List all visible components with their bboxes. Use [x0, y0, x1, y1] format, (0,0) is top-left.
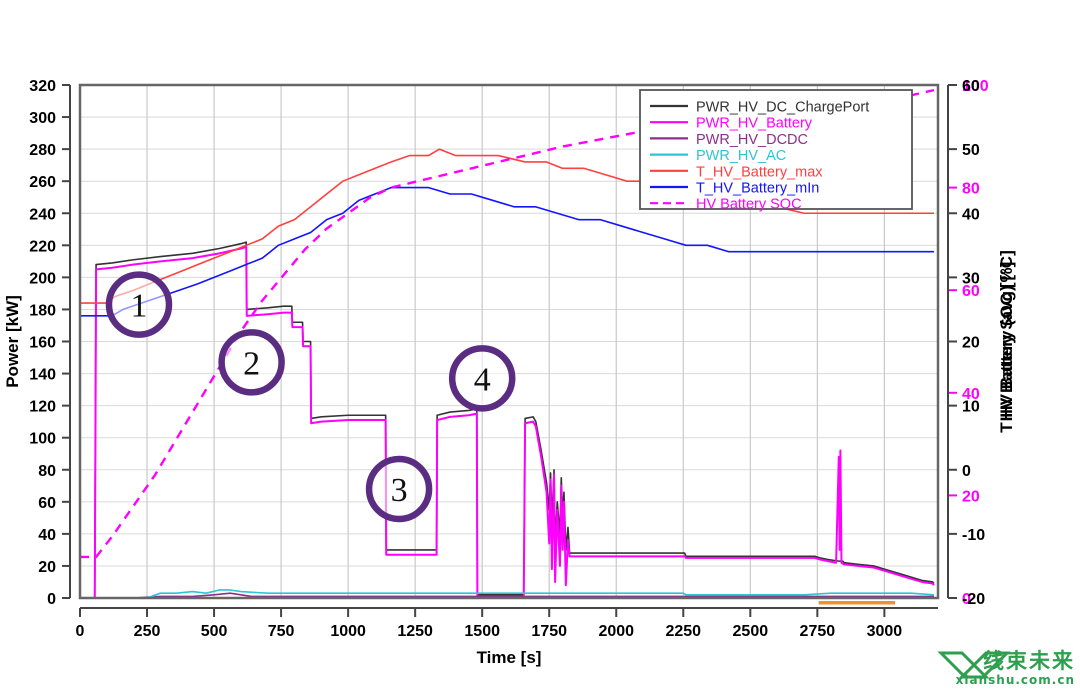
- annotation-number: 1: [130, 288, 147, 325]
- y-axis-title: Power [kW]: [3, 295, 22, 388]
- y-tick-label: 320: [29, 78, 56, 95]
- power-soc-temperature-chart: 0204060801001201401601802002202402602803…: [3, 78, 1075, 687]
- y-tick-label: 120: [29, 399, 56, 416]
- legend-label: HV Battery SOC: [696, 197, 802, 213]
- x-tick-label: 1500: [464, 623, 500, 640]
- y-tick-label: 220: [29, 238, 56, 255]
- temperature-tick-label: 60: [962, 78, 980, 95]
- temperature-tick-label: 30: [962, 270, 980, 287]
- temperature-tick-label: 10: [962, 399, 980, 416]
- watermark: 线束未来xianshu.com.cn: [937, 649, 1075, 687]
- legend-label: PWR_HV_AC: [696, 148, 786, 164]
- temperature-tick-label: 50: [962, 142, 980, 159]
- x-axis-time: 0 250 500 750 1000 1250 1500 1750 2000 2250 2500 27…: [76, 607, 938, 667]
- y-tick-label: 80: [38, 463, 56, 480]
- y-tick-label: 40: [38, 527, 56, 544]
- y-tick-label: 240: [29, 206, 56, 223]
- x-tick-label: 2250: [665, 623, 701, 640]
- y-tick-label: 300: [29, 110, 56, 127]
- x-tick-label: 2750: [800, 623, 836, 640]
- annotation-number: 4: [474, 361, 491, 398]
- annotation-number: 3: [391, 472, 408, 509]
- axis-highlight-bar: [818, 601, 896, 605]
- y-tick-label: 100: [29, 431, 56, 448]
- y-tick-label: 280: [29, 142, 56, 159]
- x-tick-label: 750: [268, 623, 295, 640]
- legend: PWR_HV_DC_ChargePortPWR_HV_BatteryPWR_HV…: [639, 89, 913, 213]
- temperature-tick-label: 20: [962, 335, 980, 352]
- y-tick-label: 140: [29, 367, 56, 384]
- temperature-tick-label: 40: [962, 206, 980, 223]
- watermark-url: xianshu.com.cn: [956, 673, 1075, 687]
- y-tick-label: 180: [29, 302, 56, 319]
- y-axis-power: 0 20 40 60 80 100 120 140 160 180 200 220 240 260 280 3…: [3, 78, 71, 608]
- temperature-tick-label: -10: [962, 527, 985, 544]
- legend-label: PWR_HV_DC_ChargePort: [696, 100, 869, 116]
- legend-label: PWR_HV_DCDC: [696, 132, 808, 148]
- y-tick-label: 20: [38, 559, 56, 576]
- x-tick-label: 250: [134, 623, 161, 640]
- x-tick-label: 1000: [330, 623, 366, 640]
- legend-label: T_HV_Battery_max: [696, 164, 823, 180]
- watermark-text-cn: 线束未来: [983, 649, 1075, 673]
- y-tick-label: 60: [38, 495, 56, 512]
- x-tick-label: 500: [201, 623, 228, 640]
- x-tick-label: 1750: [531, 623, 567, 640]
- y-tick-label: 260: [29, 174, 56, 191]
- legend-label: PWR_HV_Battery: [696, 116, 813, 132]
- y-tick-label: 160: [29, 335, 56, 352]
- temperature-tick-label: -20: [962, 591, 985, 608]
- y-tick-label: 200: [29, 270, 56, 287]
- soc-tick-label: 20: [962, 488, 980, 505]
- legend-label: T_HV_Battery_mIn: [696, 181, 819, 197]
- soc-tick-label: 80: [962, 181, 980, 198]
- x-tick-label: 1250: [397, 623, 433, 640]
- x-tick-label: 2500: [733, 623, 769, 640]
- annotation-number: 2: [243, 345, 260, 382]
- x-tick-label: 0: [76, 623, 85, 640]
- temperature-tick-label: 0: [962, 463, 971, 480]
- x-tick-label: 2000: [598, 623, 634, 640]
- x-tick-label: 3000: [867, 623, 903, 640]
- chart-container: 0 20 40 60 80 100 120 140 160 180 200 220 240 260 280 3…: [0, 0, 1080, 693]
- x-axis-title: Time [s]: [477, 648, 542, 667]
- temperature-axis-title: T HV Battery (avg) [°C]: [997, 250, 1016, 432]
- y-tick-label: 0: [47, 591, 56, 608]
- y-axis-temperature: -20 -10 0 10 20 30 40 50 60 T HV Battery (avg) [°…: [947, 78, 1016, 608]
